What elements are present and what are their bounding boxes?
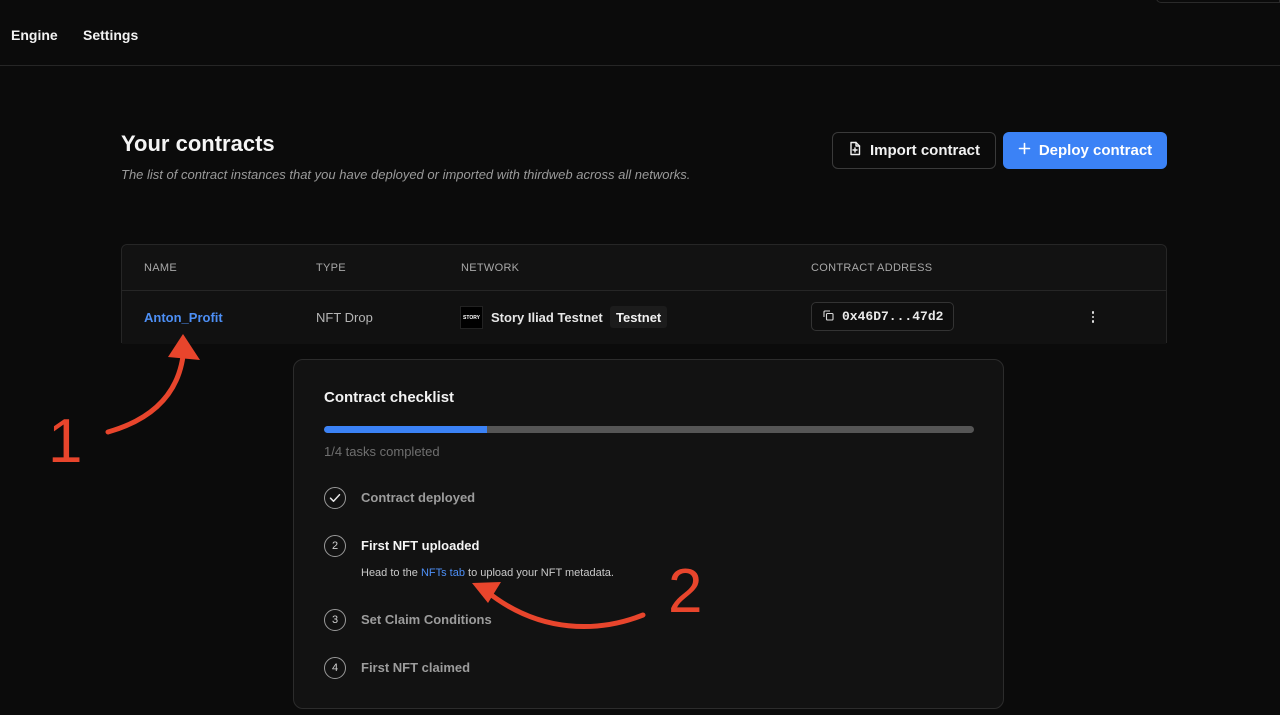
- nfts-tab-link[interactable]: NFTs tab: [421, 567, 465, 579]
- column-header-contract-address: CONTRACT ADDRESS: [811, 262, 933, 274]
- checklist-progress-bar: [324, 426, 974, 433]
- contract-name-link[interactable]: Anton_Profit: [144, 310, 223, 325]
- checklist-title: Contract checklist: [324, 389, 455, 406]
- deploy-contract-label: Deploy contract: [1038, 142, 1153, 159]
- table-row[interactable]: Anton_Profit NFT Drop STORY Story Iliad …: [122, 291, 1166, 344]
- nav-engine[interactable]: Engine: [11, 27, 58, 43]
- page-title: Your contracts: [121, 131, 275, 156]
- page: Engine Settings Your contracts The list …: [0, 0, 1280, 715]
- copy-icon: [823, 308, 834, 326]
- checklist-progress-fill: [324, 426, 487, 433]
- step-desc-prefix: Head to the: [361, 567, 421, 579]
- step-label: Set Claim Conditions: [361, 612, 492, 627]
- column-header-name: NAME: [144, 262, 177, 274]
- copy-address-button[interactable]: 0x46D7...47d2: [811, 302, 954, 331]
- step-number: 3: [324, 609, 346, 631]
- step-desc-suffix: to upload your NFT metadata.: [464, 567, 614, 579]
- step-number: 4: [324, 657, 346, 679]
- contract-checklist-popover: Contract checklist 1/4 tasks completed C…: [293, 359, 1004, 709]
- import-contract-label: Import contract: [869, 142, 980, 159]
- network-name: Story Iliad Testnet: [491, 310, 603, 325]
- page-subtitle: The list of contract instances that you …: [121, 167, 691, 182]
- step-description: Head to the NFTs tab to upload your NFT …: [361, 567, 614, 579]
- annotation-number-2: 2: [668, 557, 703, 626]
- checklist-progress-text: 1/4 tasks completed: [324, 444, 440, 459]
- column-header-type: TYPE: [316, 262, 346, 274]
- plus-icon: [1018, 142, 1031, 159]
- nav-settings[interactable]: Settings: [83, 27, 138, 43]
- contract-address: 0x46D7...47d2: [842, 309, 944, 324]
- table-header: NAME TYPE NETWORK CONTRACT ADDRESS: [122, 245, 1166, 291]
- step-label: Contract deployed: [361, 490, 476, 505]
- column-header-network: NETWORK: [461, 262, 520, 274]
- top-right-panel-edge: [1156, 0, 1280, 3]
- story-chain-logo: STORY: [460, 306, 483, 329]
- import-contract-button[interactable]: Import contract: [832, 132, 996, 169]
- annotation-arrow-1: [105, 342, 187, 435]
- annotation-number-1: 1: [48, 407, 83, 476]
- file-import-icon: [848, 141, 862, 160]
- contracts-table: NAME TYPE NETWORK CONTRACT ADDRESS Anton…: [121, 244, 1167, 344]
- contract-type: NFT Drop: [316, 310, 373, 325]
- deploy-contract-button[interactable]: Deploy contract: [1003, 132, 1167, 169]
- row-menu-icon[interactable]: [1085, 307, 1101, 327]
- step-label: First NFT uploaded: [361, 538, 480, 553]
- check-icon: [324, 487, 346, 509]
- step-label: First NFT claimed: [361, 660, 471, 675]
- step-number: 2: [324, 535, 346, 557]
- testnet-badge: Testnet: [610, 306, 668, 328]
- top-nav: Engine Settings: [0, 0, 1280, 66]
